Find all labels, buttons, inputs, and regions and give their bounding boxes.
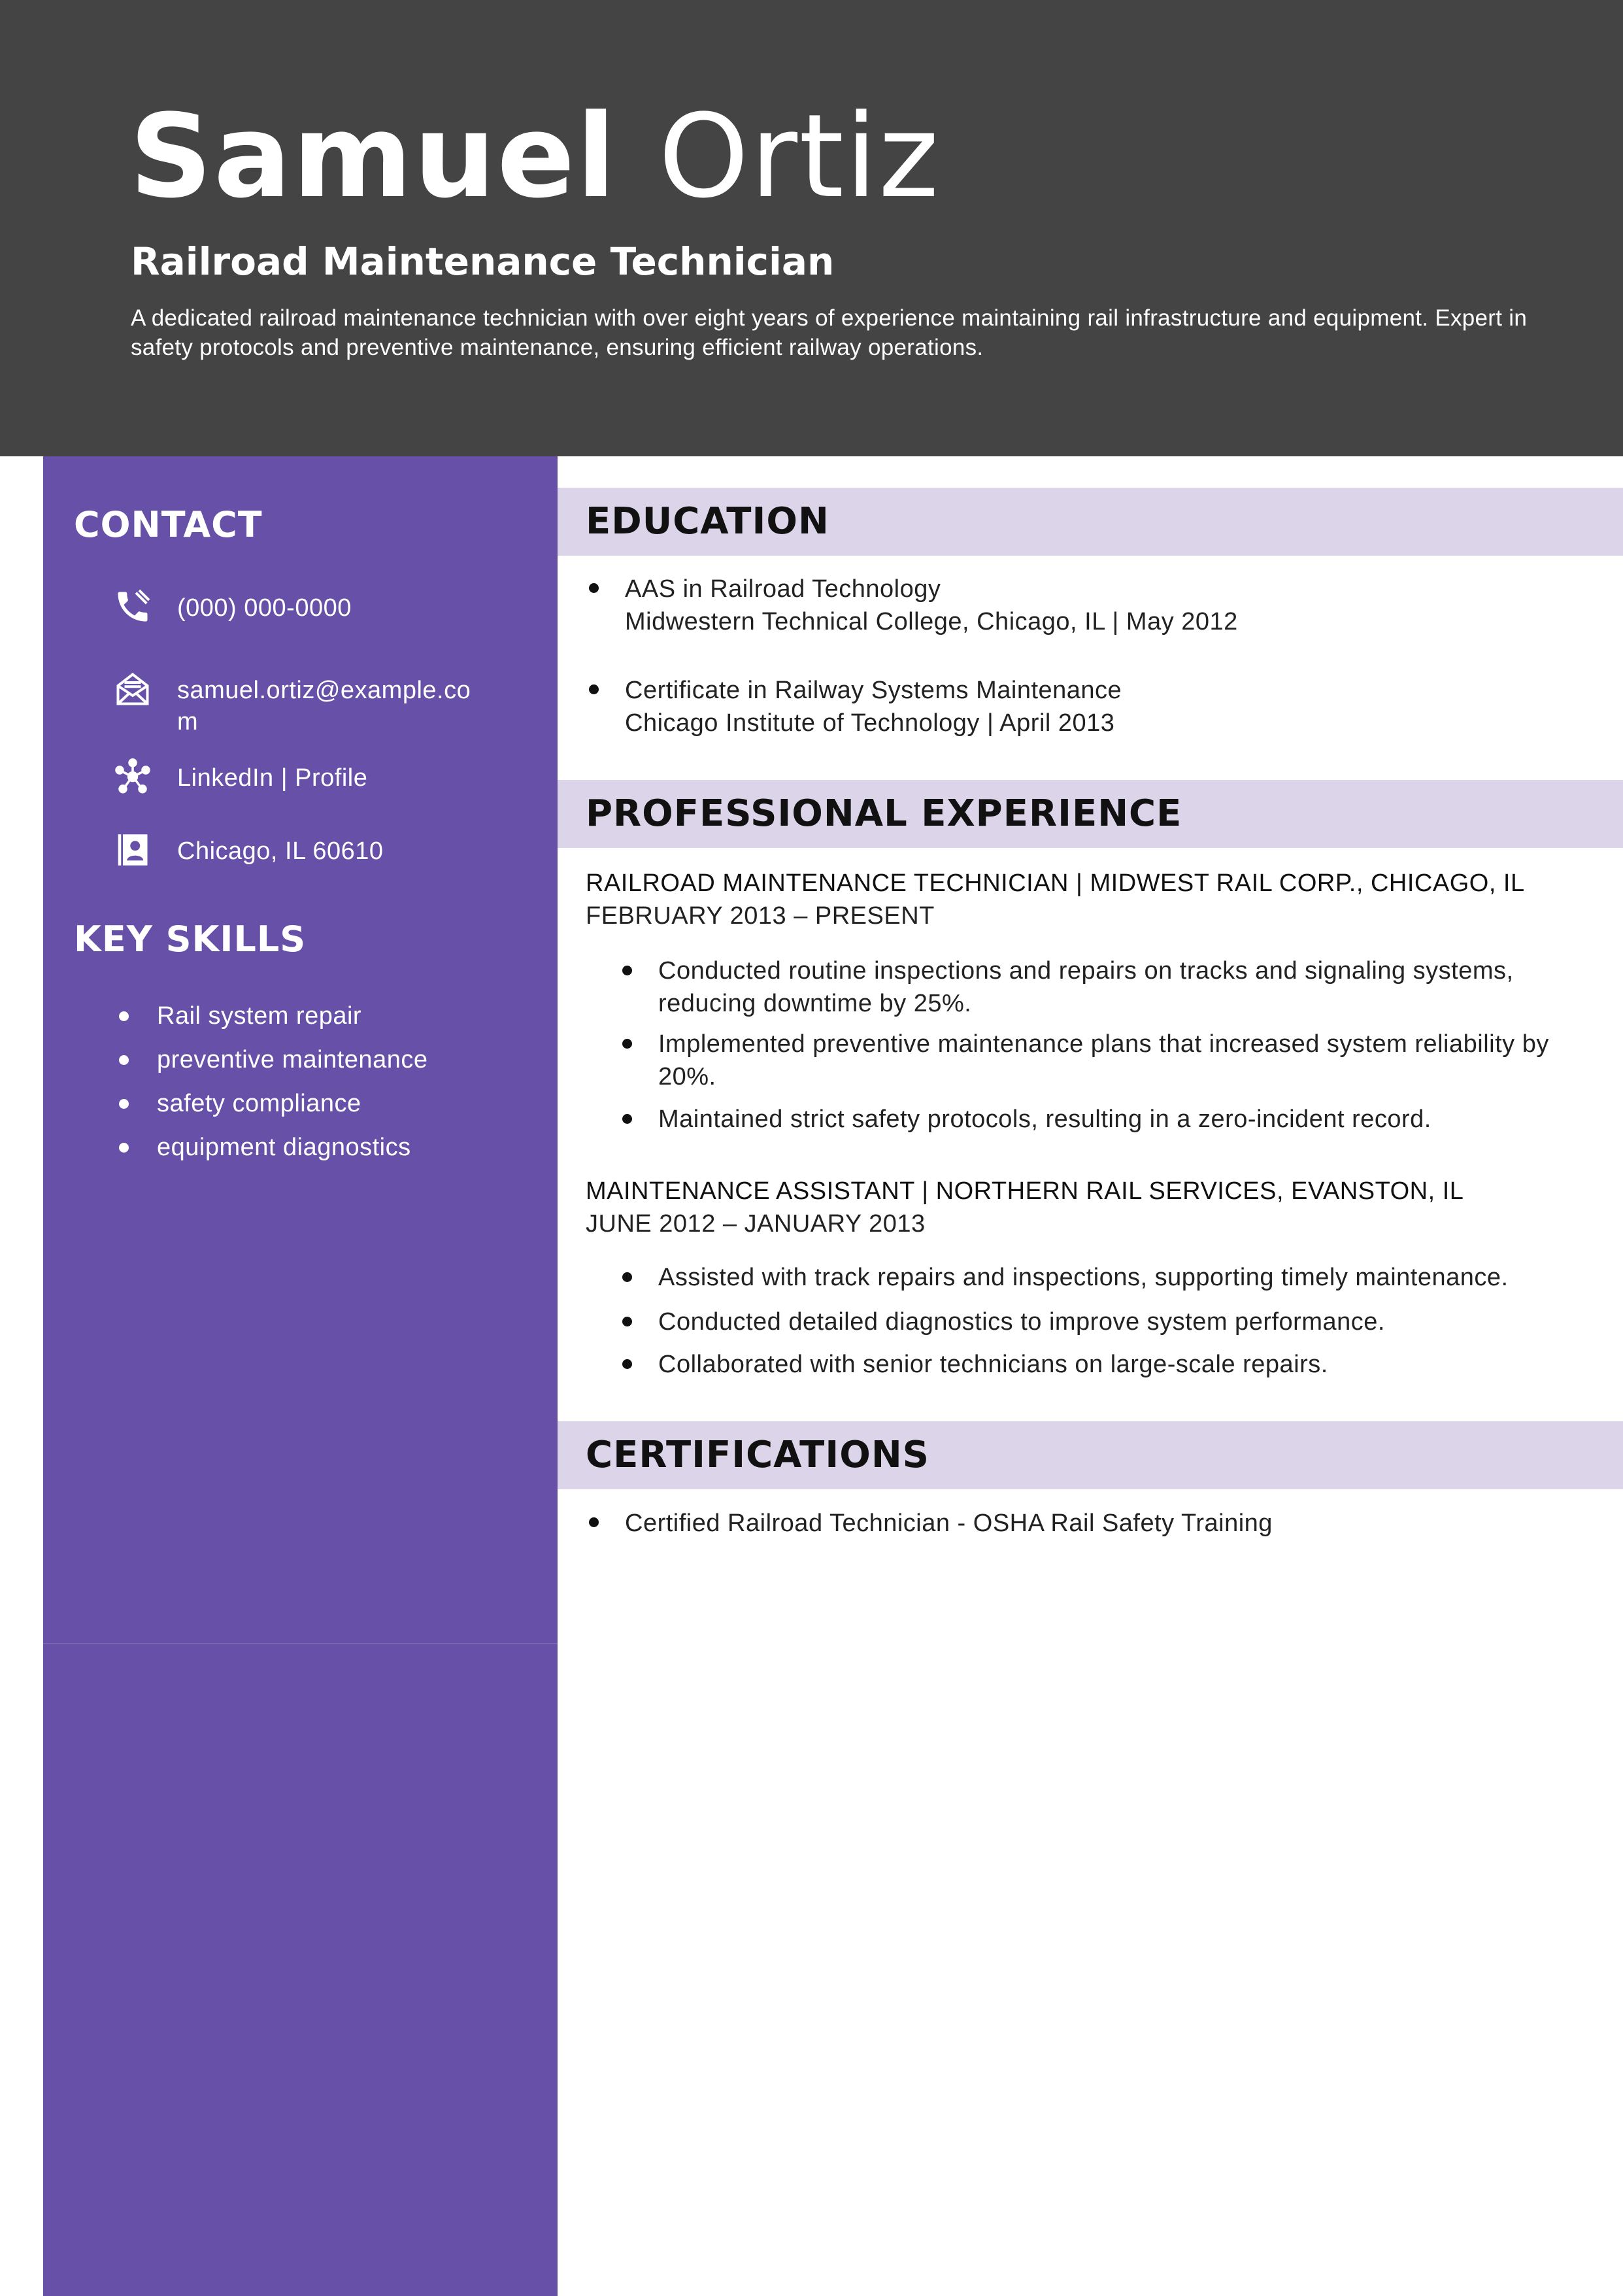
certifications-heading: CERTIFICATIONS (586, 1434, 930, 1476)
job-bullet: Conducted routine inspections and repair… (622, 954, 1599, 1028)
professional-summary: A dedicated railroad maintenance technic… (131, 305, 1528, 360)
experience-section-bar: PROFESSIONAL EXPERIENCE (558, 780, 1623, 848)
sidebar-divider (43, 1643, 558, 1644)
job-bullet: Conducted detailed diagnostics to improv… (622, 1306, 1599, 1348)
education-section-bar: EDUCATION (558, 488, 1623, 556)
network-icon (113, 757, 152, 796)
sidebar: CONTACT (000) 000-0000 samuel.ortiz@exam… (43, 456, 558, 2296)
candidate-name: Samuel Ortiz (129, 92, 940, 222)
linkedin-link[interactable]: LinkedIn | Profile (177, 762, 504, 794)
job-bullet: Collaborated with senior technicians on … (622, 1348, 1599, 1381)
degree-name: Certificate in Railway Systems Maintenan… (625, 677, 1122, 704)
certification-item: Certified Railroad Technician - OSHA Rai… (589, 1507, 1592, 1540)
job-title: Railroad Maintenance Technician (131, 239, 835, 284)
skill-item: equipment diagnostics (43, 1132, 558, 1175)
education-item: Certificate in Railway Systems Maintenan… (589, 674, 1592, 739)
first-name: Samuel (129, 90, 617, 224)
job-title-line: RAILROAD MAINTENANCE TECHNICIAN | MIDWES… (586, 869, 1525, 897)
phone-number[interactable]: (000) 000-0000 (177, 592, 504, 624)
education-heading: EDUCATION (586, 500, 829, 543)
address-text: Chicago, IL 60610 (177, 837, 384, 865)
education-item: AAS in Railroad Technology Midwestern Te… (589, 573, 1592, 638)
address-card-icon (113, 830, 152, 869)
degree-detail: Midwestern Technical College, Chicago, I… (625, 608, 1238, 635)
skill-item: safety compliance (43, 1088, 558, 1132)
email-icon (113, 669, 152, 709)
contact-heading: CONTACT (74, 504, 263, 545)
job-bullet: Implemented preventive maintenance plans… (622, 1028, 1599, 1103)
experience-heading: PROFESSIONAL EXPERIENCE (586, 792, 1182, 835)
key-skills-heading: KEY SKILLS (74, 919, 307, 960)
skills-list: Rail system repair preventive maintenanc… (43, 1000, 558, 1175)
resume-header: Samuel Ortiz Railroad Maintenance Techni… (0, 0, 1623, 456)
last-name: Ortiz (658, 90, 941, 224)
job-bullet: Maintained strict safety protocols, resu… (622, 1103, 1599, 1136)
degree-name: AAS in Railroad Technology (625, 575, 941, 603)
phone-icon (113, 587, 152, 626)
email-address[interactable]: samuel.ortiz@example.com (177, 675, 471, 737)
job-title-line: MAINTENANCE ASSISTANT | NORTHERN RAIL SE… (586, 1177, 1464, 1205)
skill-item: preventive maintenance (43, 1044, 558, 1088)
job-dates: JUNE 2012 – JANUARY 2013 (586, 1210, 926, 1238)
job-bullets: Assisted with track repairs and inspecti… (622, 1261, 1599, 1381)
job-header: RAILROAD MAINTENANCE TECHNICIAN | MIDWES… (586, 867, 1605, 932)
job-header: MAINTENANCE ASSISTANT | NORTHERN RAIL SE… (586, 1175, 1605, 1240)
certifications-section-bar: CERTIFICATIONS (558, 1421, 1623, 1489)
degree-detail: Chicago Institute of Technology | April … (625, 709, 1115, 737)
job-bullets: Conducted routine inspections and repair… (622, 954, 1599, 1136)
job-bullet: Assisted with track repairs and inspecti… (622, 1261, 1599, 1306)
skill-item: Rail system repair (43, 1000, 558, 1044)
job-dates: FEBRUARY 2013 – PRESENT (586, 902, 935, 930)
